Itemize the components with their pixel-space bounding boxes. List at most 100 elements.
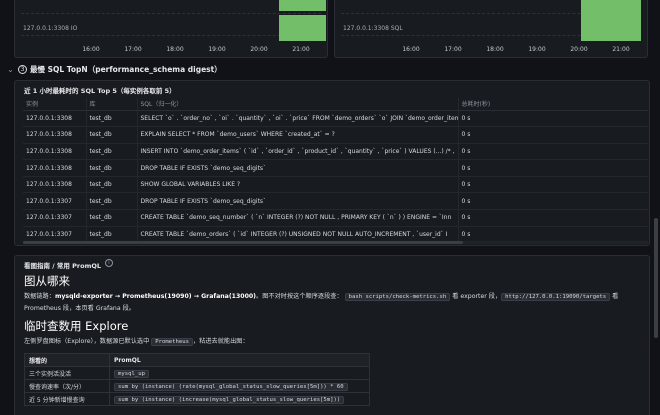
tick-label: 20:00 [250,46,268,53]
section-heading: 图从哪来 [24,274,70,288]
table-row: 近 5 分钟新增慢查询 sum by (instance) (increase(m… [24,392,370,406]
code-snippet: bash scripts/check-metrics.sh [344,293,451,301]
tick-label: 19:00 [208,46,226,53]
series-label: 127.0.0.1:3308 SQL [343,25,403,32]
column-header[interactable]: SQL（归一化） [137,98,459,111]
table-cell: 三个实例活没活 [24,366,110,380]
paragraph-text: 。图不对时按这个顺序逐段查： [256,293,343,300]
table-row: 127.0.0.1:3308 test_db DROP TABLE IF EXIST… [23,159,648,177]
table-header-row: 想看的 PromQL [24,353,370,367]
vertical-scrollbar[interactable] [654,218,658,338]
promql-code: sum by (instance) (rate(mysql_global_sta… [114,382,348,391]
table-cell: test_db [86,176,138,194]
gridline [21,13,321,14]
table-cell: 127.0.0.1:3308 [23,126,87,144]
table-cell: 127.0.0.1:3308 [23,110,87,128]
scrollbar-thumb[interactable] [23,241,463,244]
table-cell: DROP TABLE IF EXISTS `demo_seq_digits` [137,192,459,211]
chart-bar [279,0,326,11]
table-cell: test_db [86,126,138,144]
table-cell: 近 5 分钟新增慢查询 [24,392,110,406]
promql-guide-panel: 看图指南 / 常用 PromQL i 图从哪来 数据链路：mysqld-expo… [14,255,650,415]
table-row: 三个实例活没活 mysql_up [24,366,370,380]
table-cell: 127.0.0.1:3308 [23,159,87,177]
code-snippet: Prometheus [151,338,193,346]
table-cell: test_db [86,110,138,128]
table-cell: 0 s [458,209,648,227]
table-cell: test_db [86,159,138,177]
info-icon[interactable]: i [105,259,113,267]
panel-title[interactable]: 看图指南 / 常用 PromQL [24,260,101,270]
table-row: 127.0.0.1:3308 test_db SHOW GLOBAL VARIABL… [23,176,648,194]
table-cell: 127.0.0.1:3308 [23,176,87,194]
tick-label: 17:00 [124,46,142,53]
table-cell: sum by (instance) (increase(mysql_global… [109,392,370,406]
table-cell: test_db [86,143,138,161]
table-cell: 0 s [458,159,648,177]
explore-paragraph: 左侧罗盘图标（Explore），数据源已默认选中 Prometheus ，粘进去就… [24,336,642,348]
promql-table: 想看的 PromQL 三个实例活没活 mysql_up 慢查询速率（次/分） sum … [24,353,370,406]
top-sql-table: 实例 库 SQL（归一化） 总耗时(秒) 127.0.0.1:3308 test_… [23,98,648,244]
tick-label: 16:00 [402,46,420,53]
table-cell: 127.0.0.1:3307 [23,192,87,211]
paragraph-text: 数据链路： [24,293,55,300]
chain-text: mysqld-exporter → Prometheus(19090) → Gr… [54,293,257,300]
table-cell: sum by (instance) (rate(mysql_global_sta… [109,379,370,393]
table-row: 127.0.0.1:3308 test_db SELECT `o` . `order… [23,110,648,128]
section-heading: 临时查数用 Explore [24,319,129,333]
table-cell: 127.0.0.1:3307 [23,209,87,227]
panel-title[interactable]: 近 1 小时最耗时的 SQL Top 5（每实例各取前 5） [24,85,176,95]
table-cell: CREATE TABLE `demo_seq_number` ( `n` INT… [137,209,459,227]
table-row: 慢查询速率（次/分） sum by (instance) (rate(mysql_… [24,379,370,393]
paragraph-text: ，粘进去就能出图： [192,338,249,345]
table-cell: 0 s [458,176,648,194]
table-cell: mysql_up [109,366,370,380]
tick-label: 16:00 [82,46,100,53]
table-row: 127.0.0.1:3307 test_db CREATE TABLE `demo_… [23,209,648,227]
table-cell: 0 s [458,126,648,144]
table-cell: 127.0.0.1:3308 [23,143,87,161]
time-axis: 16:00 17:00 18:00 19:00 20:00 21:00 16:0… [0,46,660,56]
data-chain-paragraph: 数据链路：mysqld-exporter → Prometheus(19090)… [24,291,642,315]
column-header: 想看的 [24,353,110,367]
table-cell: 慢查询速率（次/分） [24,379,110,393]
top-sql-table-panel: 近 1 小时最耗时的 SQL Top 5（每实例各取前 5） 实例 库 SQL（… [14,80,650,246]
column-header[interactable]: 库 [86,98,138,111]
table-cell: EXPLAIN SELECT * FROM `demo_users` WHERE… [137,126,459,144]
table-header-row: 实例 库 SQL（归一化） 总耗时(秒) [23,98,648,111]
tick-label: 20:00 [570,46,588,53]
code-snippet: http://127.0.0.1:19090/targets [501,293,611,301]
table-cell: 0 s [458,192,648,211]
chart-bar [279,15,326,41]
tick-label: 18:00 [486,46,504,53]
row-title: 最慢 SQL TopN（performance_schema digest） [30,64,222,74]
table-row: 127.0.0.1:3307 test_db DROP TABLE IF EXIST… [23,192,648,211]
table-cell: SHOW GLOBAL VARIABLES LIKE ? [137,176,459,194]
table-cell: DROP TABLE IF EXISTS `demo_seq_digits` [137,159,459,177]
table-cell: INSERT INTO `demo_order_items` ( `id` , … [137,143,459,161]
horizontal-scrollbar[interactable] [23,241,648,244]
tick-label: 18:00 [166,46,184,53]
table-cell: test_db [86,192,138,211]
row-number-badge: 3 [18,64,27,74]
paragraph-text: 左侧罗盘图标（Explore），数据源已默认选中 [24,338,152,345]
series-label: 127.0.0.1:3308 IO [23,25,78,32]
column-header[interactable]: 总耗时(秒) [458,98,648,111]
table-row: 127.0.0.1:3308 test_db EXPLAIN SELECT * FR… [23,126,648,144]
promql-code: sum by (instance) (increase(mysql_global… [114,395,345,404]
column-header[interactable]: 实例 [23,98,87,111]
table-row: 127.0.0.1:3308 test_db INSERT INTO `demo_o… [23,143,648,161]
tick-label: 19:00 [528,46,546,53]
tick-label: 17:00 [444,46,462,53]
chart-bar [581,0,641,41]
table-cell: test_db [86,209,138,227]
paragraph-text: 看 exporter 段， [450,293,502,300]
column-header: PromQL [109,353,370,367]
promql-code: mysql_up [114,369,149,378]
tick-label: 21:00 [292,46,310,53]
row-header-slow-sql[interactable]: ⌄ 3 最慢 SQL TopN（performance_schema diges… [6,63,222,75]
table-cell: 0 s [458,143,648,161]
chevron-down-icon[interactable]: ⌄ [6,65,15,74]
table-cell: 0 s [458,110,648,128]
gridline [21,35,321,36]
